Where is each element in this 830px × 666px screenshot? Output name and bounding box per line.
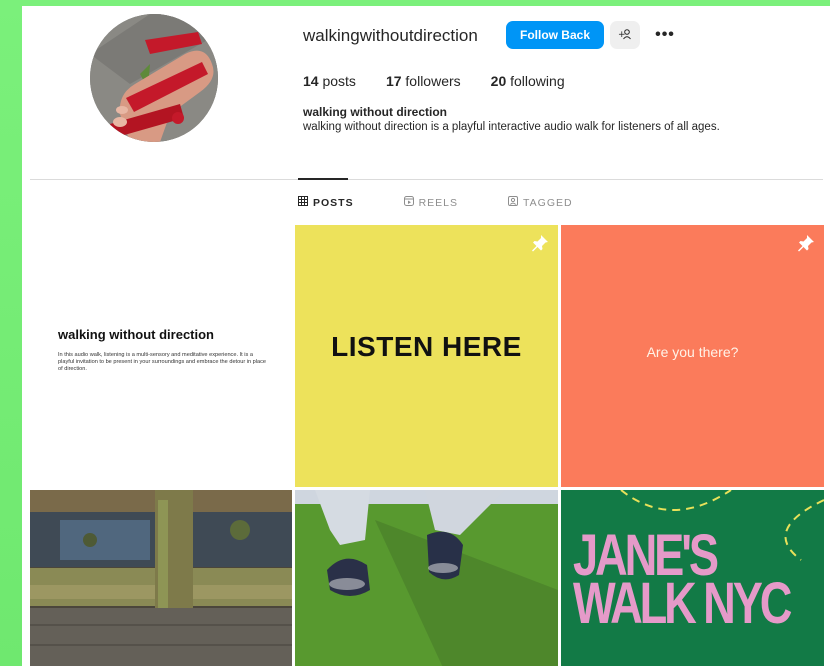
tab-tagged[interactable]: TAGGED	[508, 196, 573, 209]
bio-text: walking without direction is a playful i…	[303, 121, 720, 133]
followers-label: followers	[405, 73, 461, 89]
tab-reels-label: REELS	[418, 196, 459, 209]
post-tile-1[interactable]: walking without direction In this audio …	[30, 225, 292, 487]
post-2-text: LISTEN HERE	[331, 331, 522, 362]
tabs-divider	[30, 179, 823, 180]
active-tab-indicator	[298, 178, 348, 180]
tab-posts-label: POSTS	[313, 196, 354, 209]
followers-count: 17	[385, 73, 402, 89]
post-6-line2: WALK NYC	[573, 571, 792, 636]
following-stat[interactable]: 20 following	[491, 73, 565, 89]
post-4-photo	[30, 490, 292, 666]
post-5-photo	[295, 490, 558, 666]
avatar-photo	[90, 14, 218, 142]
grid-icon	[298, 196, 308, 209]
tagged-icon	[508, 196, 519, 209]
posts-label: posts	[322, 73, 356, 89]
profile-tabs: POSTS REELS TAGGED	[298, 196, 623, 209]
post-tile-2[interactable]: LISTEN HERE	[295, 225, 558, 487]
post-tile-6[interactable]: JANE'S WALK NYC	[561, 490, 824, 666]
posts-stat: 14 posts	[303, 73, 356, 89]
follow-back-button[interactable]: Follow Back	[506, 21, 604, 49]
post-1-title: walking without direction	[58, 327, 214, 342]
followers-stat[interactable]: 17 followers	[386, 73, 461, 89]
post-1-body: In this audio walk, listening is a multi…	[58, 352, 267, 372]
ellipsis-icon: •••	[655, 26, 675, 43]
post-tile-4[interactable]	[30, 490, 292, 666]
tab-reels[interactable]: REELS	[403, 196, 459, 209]
tab-posts[interactable]: POSTS	[298, 196, 354, 209]
reels-icon	[403, 196, 414, 209]
profile-page: walkingwithoutdirection Follow Back + ••…	[22, 6, 830, 666]
pin-icon	[796, 233, 816, 253]
more-options-button[interactable]: •••	[650, 21, 680, 49]
following-count: 20	[490, 73, 507, 89]
profile-avatar[interactable]	[90, 14, 218, 142]
posts-count: 14	[303, 73, 319, 89]
bio-name: walking without direction	[303, 105, 447, 119]
suggested-users-button[interactable]: +	[610, 21, 640, 49]
profile-stats: 14 posts 17 followers 20 following	[303, 73, 595, 89]
tab-tagged-label: TAGGED	[523, 196, 573, 209]
post-6-text: JANE'S WALK NYC	[573, 527, 792, 636]
pin-icon	[530, 233, 550, 253]
post-tile-5[interactable]	[295, 490, 558, 666]
following-label: following	[510, 73, 565, 89]
post-3-text: Are you there?	[646, 344, 739, 360]
add-user-icon: +	[618, 28, 632, 43]
post-tile-3[interactable]: Are you there?	[561, 225, 824, 487]
profile-username: walkingwithoutdirection	[303, 26, 478, 45]
